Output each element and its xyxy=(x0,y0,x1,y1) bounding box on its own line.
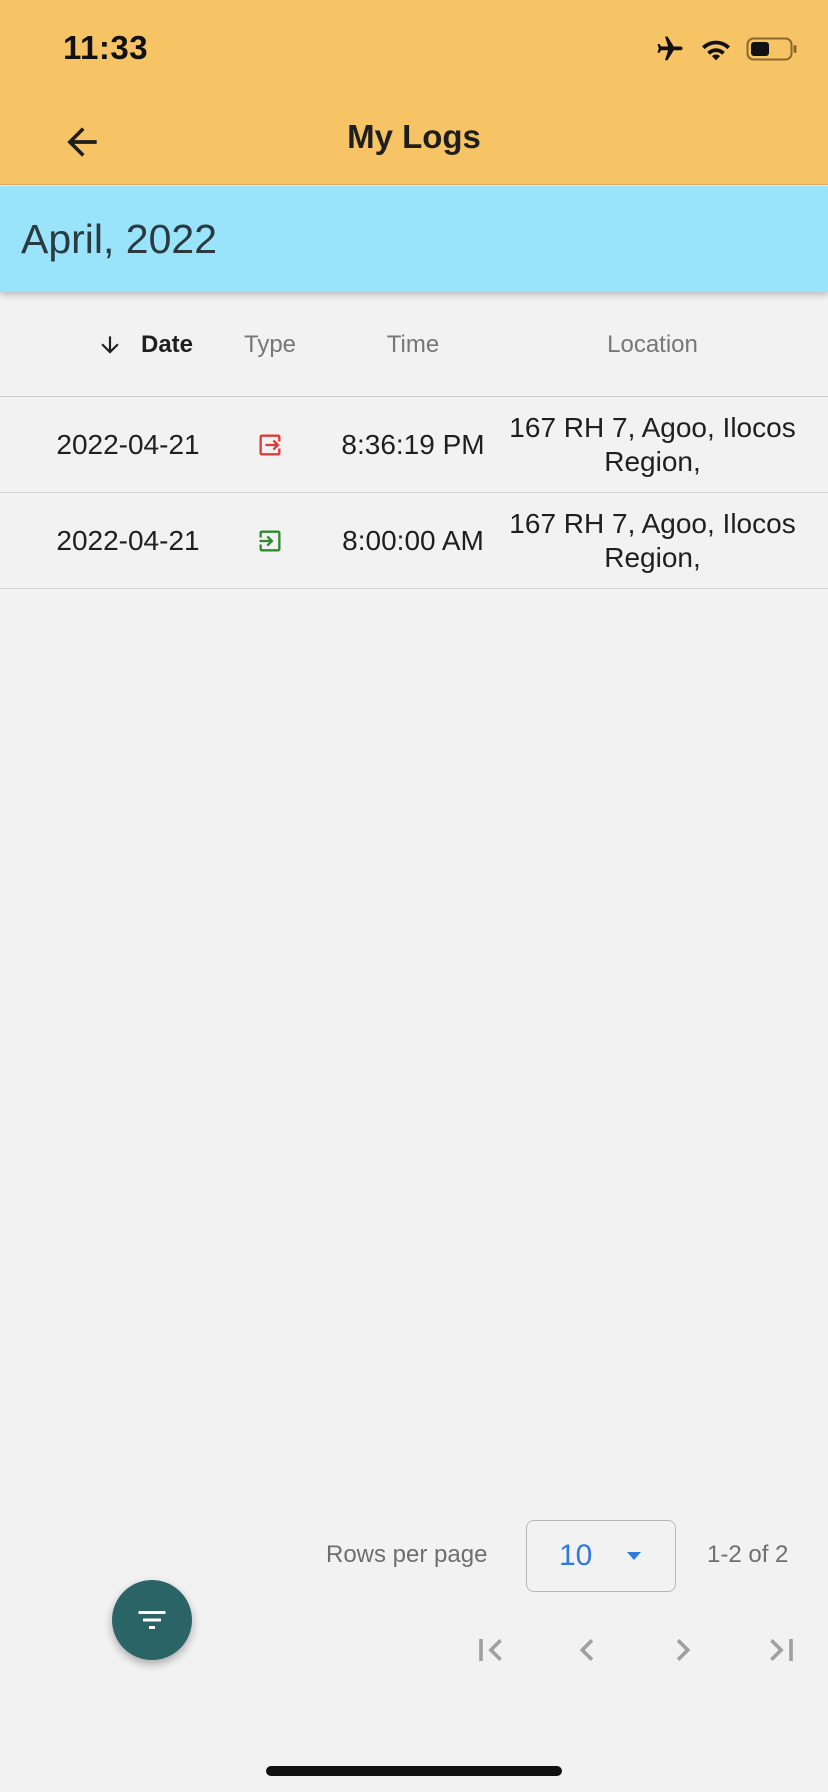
next-page-icon xyxy=(676,1639,691,1661)
row-location: 167 RH 7, Agoo, Ilocos Region, xyxy=(509,507,796,573)
month-banner: April, 2022 xyxy=(0,186,828,292)
row-type xyxy=(250,397,290,492)
app-screen: 11:33 My Logs April, 2022 Date Type Time… xyxy=(0,0,828,1792)
arrow-down-icon xyxy=(101,335,119,354)
column-header-date-label: Date xyxy=(140,330,194,358)
table-row[interactable]: 2022-04-21 8:00:00 AM 167 RH 7, Agoo, Il… xyxy=(0,493,828,589)
filter-icon xyxy=(138,1611,166,1629)
row-time: 8:36:19 PM xyxy=(341,428,485,460)
page-title: My Logs xyxy=(347,118,481,155)
login-icon xyxy=(259,530,281,551)
table-row[interactable]: 2022-04-21 8:36:19 PM 167 RH 7, Agoo, Il… xyxy=(0,397,828,493)
column-header-location[interactable]: Location xyxy=(505,292,800,397)
page-range-label: 1-2 of 2 xyxy=(707,1541,789,1568)
home-indicator xyxy=(266,1766,562,1776)
column-header-type[interactable]: Type xyxy=(230,292,310,397)
first-page-button[interactable] xyxy=(470,1628,514,1672)
battery-icon xyxy=(746,37,797,61)
caret-down-icon xyxy=(627,1552,641,1560)
last-page-button[interactable] xyxy=(758,1628,802,1672)
column-header-date[interactable]: Date xyxy=(75,292,215,397)
month-label: April, 2022 xyxy=(21,216,218,262)
row-time: 8:00:00 AM xyxy=(342,524,484,556)
next-page-button[interactable] xyxy=(661,1628,705,1672)
filter-button[interactable] xyxy=(112,1580,192,1660)
last-page-icon xyxy=(770,1639,793,1661)
airplane-icon xyxy=(657,36,683,61)
rows-per-page-label: Rows per page xyxy=(326,1541,488,1568)
prev-page-icon xyxy=(579,1639,594,1661)
status-icons xyxy=(654,32,798,66)
row-location: 167 RH 7, Agoo, Ilocos Region, xyxy=(509,411,796,477)
row-date: 2022-04-21 xyxy=(56,524,200,556)
rows-per-page-value: 10 xyxy=(559,1539,593,1572)
table-header: Date Type Time Location xyxy=(0,292,828,397)
rows-per-page-select[interactable]: 10 xyxy=(526,1520,676,1592)
column-header-time[interactable]: Time xyxy=(343,292,483,397)
logs-table: Date Type Time Location 2022-04-21 8:36:… xyxy=(0,292,828,589)
previous-page-button[interactable] xyxy=(565,1628,609,1672)
first-page-icon xyxy=(479,1639,502,1661)
row-date: 2022-04-21 xyxy=(56,428,200,460)
wifi-icon xyxy=(702,40,730,61)
status-time: 11:33 xyxy=(63,29,149,66)
row-type xyxy=(250,493,290,588)
logout-icon xyxy=(259,434,281,455)
app-bar: 11:33 My Logs xyxy=(0,0,828,185)
